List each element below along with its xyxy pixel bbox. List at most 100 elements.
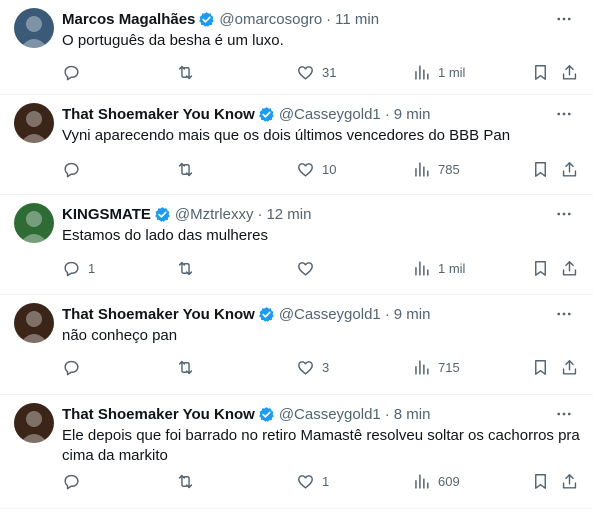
timestamp[interactable]: 8 min — [394, 406, 431, 423]
user-handle[interactable]: @Casseygold1 — [279, 106, 381, 123]
reply-icon — [64, 360, 79, 375]
retweet-button[interactable] — [176, 357, 202, 377]
like-button[interactable] — [296, 258, 322, 278]
more-icon[interactable] — [553, 303, 575, 325]
share-button[interactable] — [560, 357, 579, 377]
bookmark-icon — [535, 260, 546, 276]
like-count: 31 — [322, 64, 337, 80]
timestamp[interactable]: 9 min — [394, 106, 431, 123]
share-icon — [562, 161, 577, 177]
verified-badge-icon — [258, 406, 275, 423]
share-icon — [562, 260, 577, 276]
avatar[interactable] — [14, 303, 54, 343]
tweet-text: Ele depois que foi barrado no retiro Mam… — [62, 427, 580, 464]
bookmark-button[interactable] — [531, 159, 550, 179]
views-button[interactable]: 609 — [412, 471, 460, 491]
tweet-header: Marcos Magalhães @omarcosogro · 11 min — [62, 8, 585, 30]
retweet-button[interactable] — [176, 62, 202, 82]
views-button[interactable]: 785 — [412, 159, 460, 179]
views-icon — [415, 473, 429, 489]
reply-count: 1 — [88, 260, 96, 276]
reply-button[interactable] — [62, 471, 88, 491]
views-button[interactable]: 1 mil — [412, 62, 465, 82]
timestamp[interactable]: 9 min — [394, 306, 431, 323]
share-button[interactable] — [560, 258, 579, 278]
share-button[interactable] — [560, 159, 579, 179]
avatar[interactable] — [14, 103, 54, 143]
more-icon[interactable] — [553, 403, 575, 425]
views-button[interactable]: 715 — [412, 357, 460, 377]
bookmark-button[interactable] — [531, 62, 550, 82]
heart-icon — [298, 162, 313, 177]
tweet-text: Estamos do lado das mulheres — [62, 227, 268, 244]
bookmark-button[interactable] — [531, 471, 550, 491]
bookmark-button[interactable] — [531, 258, 550, 278]
retweet-button[interactable] — [176, 159, 202, 179]
view-count: 1 mil — [438, 64, 466, 80]
bookmark-button[interactable] — [531, 357, 550, 377]
avatar[interactable] — [14, 203, 54, 243]
more-icon[interactable] — [553, 8, 575, 30]
display-name[interactable]: That Shoemaker You Know — [62, 406, 255, 423]
verified-badge-icon — [258, 106, 275, 123]
user-handle[interactable]: @Casseygold1 — [279, 306, 381, 323]
tweet-header: That Shoemaker You Know @Casseygold1 · 8… — [62, 403, 585, 425]
separator-dot: · — [384, 105, 390, 123]
views-button[interactable]: 1 mil — [412, 258, 465, 278]
tweet-content: That Shoemaker You Know @Casseygold1 · 8… — [62, 403, 585, 466]
like-button[interactable]: 1 — [296, 471, 329, 491]
display-name[interactable]: That Shoemaker You Know — [62, 306, 255, 323]
reply-icon — [64, 474, 79, 489]
reply-button[interactable] — [62, 159, 88, 179]
tweet[interactable]: Marcos Magalhães @omarcosogro · 11 min O… — [0, 0, 593, 95]
verified-badge-icon — [258, 306, 275, 323]
display-name[interactable]: KINGSMATE — [62, 206, 151, 223]
tweet[interactable]: That Shoemaker You Know @Casseygold1 · 8… — [0, 395, 593, 509]
tweet[interactable]: That Shoemaker You Know @Casseygold1 · 9… — [0, 295, 593, 395]
retweet-button[interactable] — [176, 471, 202, 491]
view-count: 609 — [438, 473, 460, 489]
tweet-actions: 1 609 — [62, 471, 585, 491]
user-handle[interactable]: @Casseygold1 — [279, 406, 381, 423]
like-button[interactable]: 3 — [296, 357, 329, 377]
bookmark-icon — [535, 473, 546, 489]
reply-icon — [64, 162, 79, 177]
tweet-header: KINGSMATE @Mztrlexxy · 12 min — [62, 203, 585, 225]
display-name[interactable]: That Shoemaker You Know — [62, 106, 255, 123]
retweet-button[interactable] — [176, 258, 202, 278]
bookmark-icon — [535, 359, 546, 375]
like-count: 3 — [322, 359, 330, 375]
timestamp[interactable]: 11 min — [335, 11, 379, 28]
avatar[interactable] — [14, 403, 54, 443]
share-icon — [562, 64, 577, 80]
reply-button[interactable] — [62, 62, 88, 82]
display-name[interactable]: Marcos Magalhães — [62, 11, 195, 28]
avatar[interactable] — [14, 8, 54, 48]
like-button[interactable]: 31 — [296, 62, 336, 82]
like-button[interactable]: 10 — [296, 159, 336, 179]
views-icon — [415, 260, 429, 276]
timestamp[interactable]: 12 min — [266, 206, 311, 223]
tweet-header: That Shoemaker You Know @Casseygold1 · 9… — [62, 103, 585, 125]
share-button[interactable] — [560, 62, 579, 82]
more-icon[interactable] — [553, 103, 575, 125]
tweet[interactable]: KINGSMATE @Mztrlexxy · 12 min Estamos do… — [0, 195, 593, 295]
separator-dot: · — [384, 305, 390, 323]
bookmark-icon — [535, 64, 546, 80]
share-button[interactable] — [560, 471, 579, 491]
reply-icon — [64, 65, 79, 80]
retweet-icon — [178, 65, 193, 79]
tweet-text: O português da besha é um luxo. — [62, 32, 284, 49]
views-icon — [415, 359, 429, 375]
reply-button[interactable] — [62, 357, 88, 377]
user-handle[interactable]: @Mztrlexxy — [175, 206, 254, 223]
user-handle[interactable]: @omarcosogro — [219, 11, 322, 28]
more-icon[interactable] — [553, 203, 575, 225]
retweet-icon — [178, 261, 193, 275]
reply-button[interactable]: 1 — [62, 258, 95, 278]
views-icon — [415, 161, 429, 177]
tweet-actions: 3 715 — [62, 357, 585, 377]
separator-dot: · — [384, 405, 390, 423]
tweet-content: That Shoemaker You Know @Casseygold1 · 9… — [62, 303, 585, 346]
tweet[interactable]: That Shoemaker You Know @Casseygold1 · 9… — [0, 95, 593, 195]
